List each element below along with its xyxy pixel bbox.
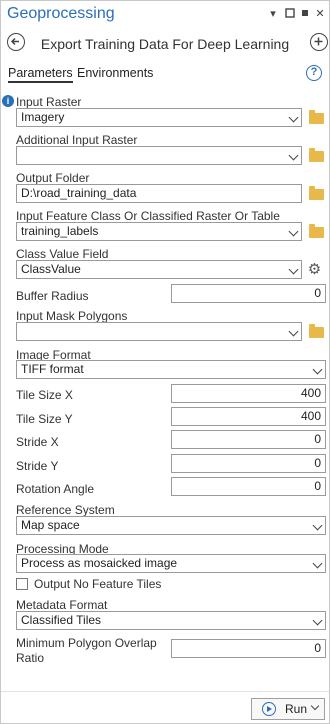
output-folder-label: Output Folder xyxy=(16,171,90,185)
tile-size-x-label: Tile Size X xyxy=(16,388,73,402)
min-polygon-overlap-input[interactable]: 0 xyxy=(171,639,326,658)
image-format-value: TIFF format xyxy=(21,362,84,376)
class-value-field-value: ClassValue xyxy=(21,262,81,276)
stride-y-input[interactable]: 0 xyxy=(171,454,326,473)
output-folder-input[interactable]: D:\road_training_data xyxy=(16,184,302,203)
chevron-down-icon[interactable] xyxy=(310,701,320,711)
processing-mode-dropdown[interactable]: Process as mosaicked image xyxy=(16,554,326,573)
metadata-format-value: Classified Tiles xyxy=(21,613,102,627)
stride-y-label: Stride Y xyxy=(16,459,59,473)
info-icon[interactable]: i xyxy=(2,95,14,107)
metadata-format-label: Metadata Format xyxy=(16,598,108,612)
input-feature-class-label: Input Feature Class Or Classified Raster… xyxy=(16,209,280,223)
stride-y-value: 0 xyxy=(314,456,321,470)
pane-title: Geoprocessing xyxy=(7,5,115,22)
rotation-angle-input[interactable]: 0 xyxy=(171,477,326,496)
stride-x-label: Stride X xyxy=(16,435,59,449)
buffer-radius-label: Buffer Radius xyxy=(16,289,89,303)
class-value-field-label: Class Value Field xyxy=(16,247,109,261)
output-no-feature-tiles-checkbox[interactable] xyxy=(16,578,28,590)
chevron-down-icon xyxy=(312,615,323,626)
image-format-dropdown[interactable]: TIFF format xyxy=(16,360,326,379)
close-icon[interactable]: ✕ xyxy=(314,8,326,20)
tile-size-y-label: Tile Size Y xyxy=(16,412,73,426)
pin-icon[interactable] xyxy=(284,8,296,20)
tab-parameters[interactable]: Parameters xyxy=(8,66,73,83)
class-value-field-dropdown[interactable]: ClassValue xyxy=(16,260,302,279)
min-polygon-overlap-label-line2: Ratio xyxy=(16,651,45,665)
tile-size-y-input[interactable]: 400 xyxy=(171,407,326,426)
chevron-down-icon xyxy=(288,112,299,123)
chevron-down-icon xyxy=(312,364,323,375)
input-raster-dropdown[interactable]: Imagery xyxy=(16,108,302,127)
chevron-down-icon xyxy=(312,520,323,531)
input-mask-polygons-dropdown[interactable] xyxy=(16,322,302,341)
help-icon[interactable]: ? xyxy=(306,65,322,81)
stride-x-value: 0 xyxy=(314,432,321,446)
tile-size-x-input[interactable]: 400 xyxy=(171,384,326,403)
title-bar: Geoprocessing ▾ ✕ xyxy=(1,1,329,29)
run-label: Run xyxy=(285,702,308,716)
reference-system-dropdown[interactable]: Map space xyxy=(16,516,326,535)
input-feature-class-dropdown[interactable]: training_labels xyxy=(16,222,302,241)
input-raster-label: Input Raster xyxy=(16,95,82,109)
folder-icon[interactable] xyxy=(309,110,324,124)
reference-system-value: Map space xyxy=(21,518,80,532)
tile-size-x-value: 400 xyxy=(300,386,321,400)
run-button[interactable]: Run xyxy=(251,698,325,720)
rotation-angle-label: Rotation Angle xyxy=(16,482,95,496)
reference-system-label: Reference System xyxy=(16,503,115,517)
chevron-down-icon xyxy=(288,326,299,337)
gear-icon[interactable]: ⚙ xyxy=(307,262,322,277)
additional-input-raster-dropdown[interactable] xyxy=(16,146,302,165)
output-folder-value: D:\road_training_data xyxy=(21,186,137,200)
stride-x-input[interactable]: 0 xyxy=(171,430,326,449)
buffer-radius-value: 0 xyxy=(314,286,321,300)
min-polygon-overlap-value: 0 xyxy=(314,641,321,655)
play-icon xyxy=(262,702,276,716)
min-polygon-overlap-label: Minimum Polygon Overlap xyxy=(16,636,157,650)
buffer-radius-input[interactable]: 0 xyxy=(171,284,326,303)
additional-input-raster-label: Additional Input Raster xyxy=(16,133,138,147)
folder-icon[interactable] xyxy=(309,224,324,238)
tile-size-y-value: 400 xyxy=(300,409,321,423)
input-raster-value: Imagery xyxy=(21,110,65,124)
footer-divider xyxy=(1,691,329,692)
chevron-down-icon xyxy=(312,558,323,569)
folder-icon[interactable] xyxy=(309,186,324,200)
tab-bar: Parameters Environments ? xyxy=(1,63,329,85)
metadata-format-dropdown[interactable]: Classified Tiles xyxy=(16,611,326,630)
input-mask-polygons-label: Input Mask Polygons xyxy=(16,309,128,323)
tool-title: Export Training Data For Deep Learning xyxy=(40,36,290,52)
geoprocessing-pane: Geoprocessing ▾ ✕ Export Training Data F… xyxy=(0,0,330,724)
chevron-down-icon[interactable]: ▾ xyxy=(267,8,279,20)
rotation-angle-value: 0 xyxy=(314,479,321,493)
chevron-down-icon xyxy=(288,226,299,237)
add-icon[interactable] xyxy=(310,33,328,51)
restore-icon[interactable] xyxy=(299,8,311,20)
input-feature-class-value: training_labels xyxy=(21,224,99,238)
tool-header: Export Training Data For Deep Learning xyxy=(1,29,329,57)
output-no-feature-tiles-label: Output No Feature Tiles xyxy=(34,577,162,591)
processing-mode-value: Process as mosaicked image xyxy=(21,556,178,570)
chevron-down-icon xyxy=(288,264,299,275)
folder-icon[interactable] xyxy=(309,324,324,338)
tab-environments[interactable]: Environments xyxy=(77,66,153,80)
folder-icon[interactable] xyxy=(309,148,324,162)
chevron-down-icon xyxy=(288,150,299,161)
